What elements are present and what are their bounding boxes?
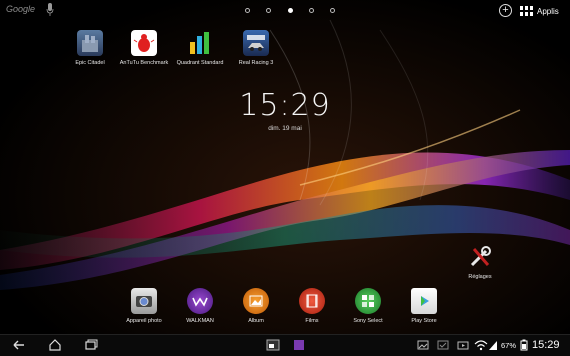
wrench-screwdriver-icon [467, 244, 493, 270]
battery-icon [520, 339, 528, 351]
album-icon [243, 288, 269, 314]
signal-icon [489, 341, 497, 350]
dock-label: Album [248, 318, 264, 324]
real-racing-icon [243, 30, 269, 56]
dock-label: WALKMAN [186, 318, 214, 324]
page-dot[interactable] [266, 8, 272, 13]
dock-album[interactable]: Album [226, 288, 286, 324]
shortcut-label: Real Racing 3 [238, 60, 274, 66]
sony-select-icon [355, 288, 381, 314]
shortcut-label: Quadrant Standard [176, 60, 224, 66]
add-widget-button[interactable]: + [499, 4, 512, 17]
walkman-icon [187, 288, 213, 314]
shortcut-label: AnTuTu Benchmark [119, 60, 169, 66]
small-app-icon[interactable] [266, 339, 280, 351]
shortcut-label: Epic Citadel [75, 60, 105, 66]
microphone-icon[interactable] [46, 3, 54, 17]
screenshot-notification-icon[interactable] [416, 339, 430, 351]
wifi-icon [474, 340, 488, 351]
recent-apps-icon[interactable] [84, 339, 98, 351]
films-icon [299, 288, 325, 314]
dock-films[interactable]: Films [282, 288, 342, 324]
quadrant-icon [187, 30, 213, 56]
page-indicator [245, 8, 335, 14]
shortcut-epic-citadel[interactable]: Epic Citadel [60, 30, 120, 66]
app-grid-icon [520, 6, 533, 16]
video-notification-icon[interactable] [456, 339, 470, 351]
shortcut-label: Réglages [468, 274, 492, 280]
home-icon[interactable] [48, 339, 62, 351]
dock-walkman[interactable]: WALKMAN [170, 288, 230, 324]
back-icon[interactable] [12, 339, 26, 351]
google-search-label[interactable]: Google [6, 4, 35, 14]
battery-percentage: 67% [501, 341, 517, 350]
epic-citadel-icon [77, 30, 103, 56]
dock-label: Appareil photo [126, 318, 162, 324]
clock-time[interactable]: 15:29 [236, 88, 334, 123]
shortcut-quadrant[interactable]: Quadrant Standard [170, 30, 230, 66]
apps-button-label: Applis [537, 6, 559, 16]
dock-label: Play Store [411, 318, 437, 324]
dock-label: Films [305, 318, 319, 324]
download-complete-icon[interactable] [436, 339, 450, 351]
shortcut-antutu[interactable]: AnTuTu Benchmark [114, 30, 174, 66]
shortcut-real-racing[interactable]: Real Racing 3 [226, 30, 286, 66]
system-bar: 67% 15:29 [0, 334, 570, 356]
page-dot[interactable] [330, 8, 335, 13]
antutu-icon [131, 30, 157, 56]
clock-date: dim. 19 mai [268, 125, 302, 132]
small-app-walkman-icon[interactable] [292, 339, 306, 351]
status-time[interactable]: 15:29 [532, 339, 560, 351]
dock-play-store[interactable]: Play Store [394, 288, 454, 324]
page-dot[interactable] [245, 8, 250, 13]
camera-icon [131, 288, 157, 314]
play-store-icon [411, 288, 437, 314]
dock-label: Sony Select [353, 318, 383, 324]
dock-sony-select[interactable]: Sony Select [338, 288, 398, 324]
shortcut-settings[interactable]: Réglages [450, 244, 510, 280]
dock-camera[interactable]: Appareil photo [114, 288, 174, 324]
page-dot[interactable] [308, 8, 314, 13]
apps-button[interactable]: Applis [520, 4, 559, 18]
top-bar: Google + Applis [0, 0, 570, 22]
page-dot-active[interactable] [287, 8, 293, 13]
